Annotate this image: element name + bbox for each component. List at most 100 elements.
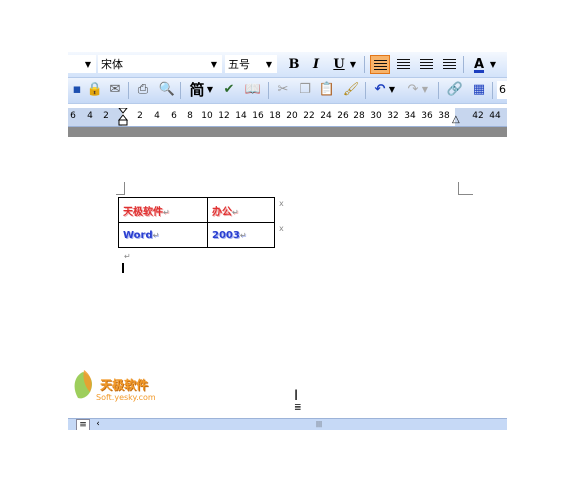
- indent-marker-icon[interactable]: [118, 108, 128, 126]
- zoom-input[interactable]: 6: [497, 81, 507, 99]
- font-color-dropdown-icon[interactable]: ▼: [488, 55, 498, 74]
- underline-button[interactable]: U: [329, 55, 349, 74]
- save-icon[interactable]: ▪: [68, 81, 86, 99]
- italic-button[interactable]: I: [306, 55, 326, 74]
- bold-button[interactable]: B: [284, 55, 304, 74]
- ruler-tick: 32: [387, 111, 399, 121]
- text-cursor: [122, 263, 124, 273]
- font-name-value: 宋体: [101, 58, 123, 71]
- ruler-tick: 14: [235, 111, 247, 121]
- ruler-tick: 24: [320, 111, 332, 121]
- ruler-tick: 4: [154, 111, 160, 121]
- justify-button[interactable]: [439, 55, 459, 74]
- ruler-tick: 2: [103, 111, 109, 121]
- table-cell[interactable]: 办公↵: [207, 197, 275, 223]
- margin-corner-mark: [116, 182, 125, 195]
- ruler-tick: 28: [353, 111, 365, 121]
- align-center-icon: [396, 59, 410, 70]
- document-table[interactable]: 天极软件↵ 办公↵ Word↵ 2003↵: [118, 197, 275, 248]
- toolbar-separator: [492, 82, 493, 99]
- ruler-tick: 12: [218, 111, 230, 121]
- toolbar-separator: [268, 82, 269, 99]
- table-row: Word↵ 2003↵: [118, 222, 275, 248]
- hyperlink-icon[interactable]: 🔗: [446, 81, 464, 99]
- align-center-button[interactable]: [393, 55, 413, 74]
- ruler-tick: 34: [404, 111, 416, 121]
- scroll-left-icon[interactable]: ‹: [92, 419, 104, 430]
- table-icon[interactable]: ▦: [470, 81, 488, 99]
- ibeam-cursor-icon: I ≣: [294, 388, 302, 413]
- undo-icon[interactable]: ↶: [371, 81, 389, 99]
- table-cell[interactable]: 2003↵: [207, 222, 275, 248]
- yesky-logo: 天极软件 Soft.yesky.com: [68, 368, 158, 408]
- style-dropdown[interactable]: ▼: [68, 55, 96, 73]
- cell-mark: ↵: [163, 207, 170, 217]
- chevron-down-icon: ▼: [210, 60, 218, 69]
- ruler-tick: 30: [370, 111, 382, 121]
- font-size-dropdown[interactable]: 五号 ▼: [225, 55, 277, 73]
- ruler-tick: 44: [489, 111, 501, 121]
- paragraph-mark: ↵: [124, 252, 131, 261]
- permission-icon[interactable]: 🔒: [86, 81, 104, 99]
- ruler-tick: 16: [252, 111, 264, 121]
- cell-text: 天极软件: [123, 206, 163, 218]
- align-left-button[interactable]: [370, 55, 390, 74]
- toolbar-separator: [364, 56, 365, 73]
- email-icon[interactable]: ✉: [106, 81, 124, 99]
- print-icon[interactable]: ⎙: [134, 81, 152, 99]
- cut-icon[interactable]: ✂: [274, 81, 292, 99]
- ruler-tick: 38: [438, 111, 450, 121]
- ruler-tick: 36: [421, 111, 433, 121]
- print-preview-icon[interactable]: 🔍: [158, 81, 176, 99]
- format-painter-icon[interactable]: 🖌: [342, 81, 360, 99]
- toolbar-separator: [463, 56, 464, 73]
- research-icon[interactable]: 📖: [244, 81, 262, 99]
- logo-name: 天极软件: [100, 378, 149, 392]
- logo-leaf-icon: [74, 370, 92, 399]
- paste-icon[interactable]: 📋: [318, 81, 336, 99]
- normal-view-icon[interactable]: ≡: [76, 419, 90, 430]
- cell-text: 2003: [212, 229, 240, 241]
- toolbar-separator: [128, 82, 129, 99]
- cell-mark: ↵: [232, 207, 239, 217]
- chevron-down-icon: ▼: [265, 60, 273, 69]
- chevron-down-icon: ▼: [84, 60, 92, 69]
- cell-mark: ↵: [239, 230, 247, 240]
- font-name-dropdown[interactable]: 宋体 ▼: [98, 55, 222, 73]
- toolbar-separator: [180, 82, 181, 99]
- ruler-tick: 6: [70, 111, 76, 121]
- scroll-grip-icon[interactable]: |||: [316, 421, 322, 428]
- ruler-tick: 42: [472, 111, 484, 121]
- ruler-tick: 18: [269, 111, 281, 121]
- standard-toolbar: ▪ 🔒 ✉ ⎙ 🔍 简 ▼ ✔ 📖 ✂ ❐ 📋 🖌 ↶ ▼ ↷ ▼ 🔗 ▦ 6: [68, 78, 507, 104]
- chevron-down-icon[interactable]: ▼: [421, 81, 429, 99]
- chevron-down-icon[interactable]: ▼: [206, 81, 214, 99]
- toolbar-separator: [438, 82, 439, 99]
- align-right-icon: [419, 59, 433, 70]
- ruler-tick: 4: [87, 111, 93, 121]
- copy-icon[interactable]: ❐: [296, 81, 314, 99]
- redo-icon[interactable]: ↷: [404, 81, 422, 99]
- cell-text: 办公: [212, 206, 232, 218]
- align-right-button[interactable]: [416, 55, 436, 74]
- horizontal-ruler[interactable]: 6 4 2 2 4 6 8 10 12 14 16 18 20 22 24 26…: [68, 108, 507, 127]
- cell-text: Word: [123, 229, 153, 241]
- ruler-tick: 26: [337, 111, 349, 121]
- table-cell[interactable]: Word↵: [118, 222, 208, 248]
- ruler-shadow-bar: [68, 127, 507, 137]
- margin-corner-mark: [458, 182, 473, 195]
- ruler-tick: 22: [303, 111, 315, 121]
- simplified-chinese-button[interactable]: 简: [188, 81, 206, 99]
- chevron-down-icon[interactable]: ▼: [388, 81, 396, 99]
- spelling-icon[interactable]: ✔: [220, 81, 238, 99]
- table-row: 天极软件↵ 办公↵: [118, 197, 275, 223]
- formatting-toolbar: ▼ 宋体 ▼ 五号 ▼ B I U ▼ A ▼: [68, 52, 507, 78]
- table-cell[interactable]: 天极软件↵: [118, 197, 208, 223]
- row-end-mark: x: [279, 224, 284, 233]
- font-size-value: 五号: [228, 58, 250, 71]
- ruler-tick: 10: [201, 111, 213, 121]
- font-color-button[interactable]: A: [469, 55, 489, 74]
- ruler-tick: 20: [286, 111, 298, 121]
- right-indent-marker-icon[interactable]: △: [452, 114, 460, 125]
- underline-dropdown-icon[interactable]: ▼: [348, 55, 358, 74]
